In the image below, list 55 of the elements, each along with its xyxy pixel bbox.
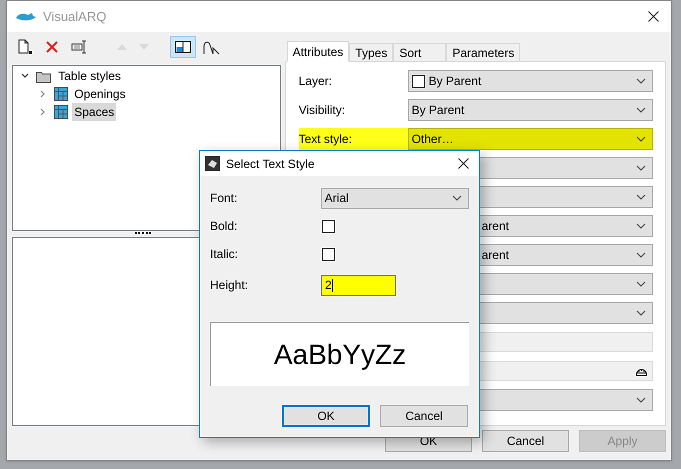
chevron-down-icon: [636, 136, 646, 142]
chevron-down-icon: [636, 281, 646, 287]
font-preview: AaBbYyZz: [274, 340, 406, 368]
color-swatch-icon: [412, 74, 425, 88]
split-panel-icon: [175, 41, 191, 53]
chevron-down-icon: [636, 165, 646, 171]
dropdown[interactable]: By Parent: [408, 70, 653, 92]
field-label: Font:: [210, 190, 238, 207]
collapse-chevron-icon[interactable]: [21, 72, 29, 80]
app-logo-icon: [15, 12, 37, 22]
new-file-icon: [17, 39, 33, 55]
dialog-button[interactable]: Cancel: [482, 430, 569, 452]
chevron-down-icon: [636, 194, 646, 200]
checkbox[interactable]: [322, 248, 335, 260]
tab[interactable]: Sort: [393, 43, 446, 62]
tab[interactable]: Types: [349, 43, 394, 62]
chevron-down-icon: [452, 195, 462, 201]
field-label: Layer:: [298, 73, 333, 90]
field-label: Height:: [210, 277, 250, 294]
tree-item[interactable]: Spaces: [72, 103, 116, 121]
chevron-down-icon: [636, 252, 646, 258]
chevron-down-icon: [636, 107, 646, 113]
tree-item[interactable]: Table styles: [56, 67, 123, 85]
dialog-button[interactable]: Cancel: [380, 405, 468, 427]
expand-chevron-icon[interactable]: [39, 90, 47, 98]
expand-chevron-icon[interactable]: [39, 108, 47, 116]
dialog-button[interactable]: OK: [282, 405, 370, 427]
field-label: Bold:: [210, 218, 238, 235]
delete-icon: [45, 40, 59, 54]
tab[interactable]: Attributes: [286, 41, 350, 62]
table-icon: [54, 105, 68, 119]
chevron-down-icon: [636, 223, 646, 229]
checkbox[interactable]: [322, 220, 335, 232]
field-label: Visibility:: [298, 102, 346, 119]
toolbar-button[interactable]: [170, 36, 196, 58]
dropdown[interactable]: By Parent: [408, 99, 653, 121]
dropdown[interactable]: Other…: [408, 128, 653, 150]
folder-icon: [36, 70, 52, 82]
curve-icon: [203, 39, 221, 55]
close-icon[interactable]: [458, 158, 469, 169]
dialog-title: Select Text Style: [226, 156, 316, 172]
tab[interactable]: Parameters: [446, 43, 520, 62]
dome-icon[interactable]: [635, 366, 648, 376]
close-icon[interactable]: [648, 11, 659, 22]
rename-icon: [71, 40, 89, 54]
table-icon: [54, 87, 68, 101]
height-field[interactable]: 2: [321, 274, 396, 296]
chevron-down-icon: [636, 310, 646, 316]
chevron-down-icon: [636, 78, 646, 84]
chevron-down-icon: [636, 397, 646, 403]
app-icon: [205, 156, 220, 171]
tree-item[interactable]: Openings: [72, 85, 128, 103]
field-label: Italic:: [210, 246, 240, 263]
font-dropdown[interactable]: Arial: [320, 188, 469, 208]
window-title: VisualARQ: [43, 8, 108, 26]
